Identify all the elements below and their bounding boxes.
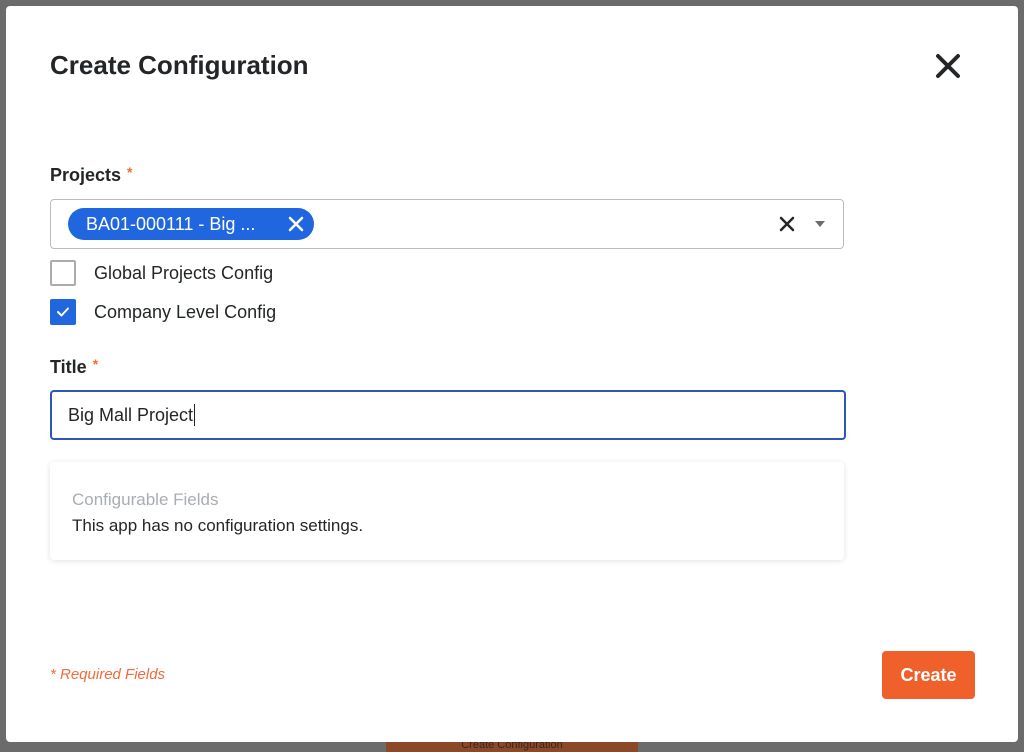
create-configuration-modal: Create Configuration Projects * BA01-0001…: [6, 6, 1018, 742]
checkbox-box-checked[interactable]: [50, 299, 76, 325]
checkbox-label: Company Level Config: [94, 301, 277, 322]
checkmark-icon: [57, 307, 69, 317]
configurable-fields-card: Configurable Fields This app has no conf…: [50, 462, 844, 560]
clear-icon[interactable]: [779, 216, 795, 232]
global-projects-config-checkbox[interactable]: Global Projects Config: [50, 260, 273, 286]
title-label: Title *: [50, 356, 98, 378]
chevron-down-icon[interactable]: [815, 221, 825, 227]
required-fields-note: * Required Fields: [50, 666, 166, 683]
close-button[interactable]: [928, 46, 968, 86]
checkbox-box[interactable]: [50, 260, 76, 286]
title-input-value: Big Mall Project: [68, 404, 194, 425]
required-asterisk: *: [127, 164, 133, 180]
configurable-fields-heading: Configurable Fields: [72, 490, 219, 509]
required-asterisk: *: [92, 356, 99, 372]
text-cursor: [194, 404, 196, 426]
checkbox-label: Global Projects Config: [94, 262, 274, 283]
projects-label-text: Projects: [50, 165, 122, 185]
no-settings-message: This app has no configuration settings.: [72, 516, 364, 535]
close-icon: [936, 54, 960, 78]
company-level-config-checkbox[interactable]: Company Level Config: [50, 299, 276, 325]
projects-select[interactable]: BA01-000111 - Big ...: [50, 199, 844, 249]
chip-remove-icon[interactable]: [288, 216, 304, 232]
create-button[interactable]: Create: [882, 651, 975, 699]
title-label-text: Title: [50, 357, 87, 377]
modal-title: Create Configuration: [50, 50, 309, 80]
project-chip-label: BA01-000111 - Big ...: [86, 213, 256, 234]
project-chip: BA01-000111 - Big ...: [68, 208, 314, 240]
title-input[interactable]: Big Mall Project: [50, 390, 846, 440]
projects-label: Projects *: [50, 164, 133, 186]
